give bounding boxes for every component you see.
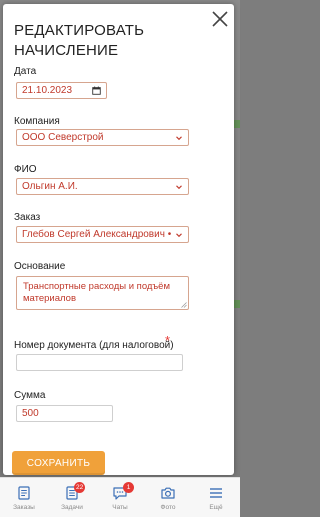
nav-label-chats: Чаты (112, 504, 128, 511)
basis-value: Транспортные расходы и подъём материалов (23, 281, 170, 304)
chats-badge: 1 (123, 482, 134, 493)
basis-label: Основание (14, 261, 66, 272)
amount-label: Сумма (14, 390, 46, 401)
chevron-down-icon (176, 232, 182, 237)
close-icon[interactable] (210, 9, 230, 29)
nav-label-orders: Заказы (13, 504, 35, 511)
nav-label-photo: Фото (160, 504, 176, 511)
menu-icon (210, 488, 222, 498)
doc-number-input[interactable] (16, 354, 183, 371)
date-value: 21.10.2023 (22, 85, 73, 96)
calendar-icon[interactable] (92, 86, 101, 95)
amount-value: 500 (22, 408, 39, 419)
date-label: Дата (14, 66, 37, 77)
fio-select[interactable]: Ольгин А.И. (16, 178, 189, 195)
company-value: ООО Северстрой (22, 132, 104, 143)
date-field[interactable]: 21.10.2023 (16, 82, 107, 99)
nav-item-chats[interactable]: 1 Чаты (96, 478, 144, 517)
nav-label-tasks: Задачи (61, 504, 83, 511)
fio-label: ФИО (14, 164, 37, 175)
order-select[interactable]: Глебов Сергей Александрович • (16, 226, 189, 243)
nav-item-more[interactable]: Ещё (192, 478, 240, 517)
chevron-down-icon (176, 184, 182, 189)
orders-icon (18, 486, 30, 500)
order-value: Глебов Сергей Александрович • (22, 229, 172, 240)
amount-input[interactable]: 500 (16, 405, 113, 422)
company-label: Компания (14, 116, 60, 127)
bottom-nav: Заказы 22 Задачи 1 Чаты Фото Ещё (0, 477, 240, 517)
tasks-badge: 22 (74, 482, 86, 493)
company-select[interactable]: ООО Северстрой (16, 129, 189, 146)
nav-item-orders[interactable]: Заказы (0, 478, 48, 517)
nav-item-tasks[interactable]: 22 Задачи (48, 478, 96, 517)
nav-item-photo[interactable]: Фото (144, 478, 192, 517)
basis-textarea[interactable]: Транспортные расходы и подъём материалов (16, 276, 189, 310)
camera-icon (161, 487, 175, 499)
modal-title: РЕДАКТИРОВАТЬ НАЧИСЛЕНИЕ (14, 22, 145, 59)
chevron-down-icon (176, 135, 182, 140)
resize-handle-icon[interactable] (181, 302, 187, 308)
edit-accrual-modal: РЕДАКТИРОВАТЬ НАЧИСЛЕНИЕ Дата 21.10.2023… (3, 4, 234, 475)
order-label: Заказ (14, 212, 41, 223)
fio-value: Ольгин А.И. (22, 181, 78, 192)
save-button[interactable]: СОХРАНИТЬ (12, 451, 105, 475)
required-mark: * (165, 333, 171, 348)
nav-label-more: Ещё (209, 504, 223, 511)
doc-number-label: Номер документа (для налоговой) (14, 340, 174, 351)
